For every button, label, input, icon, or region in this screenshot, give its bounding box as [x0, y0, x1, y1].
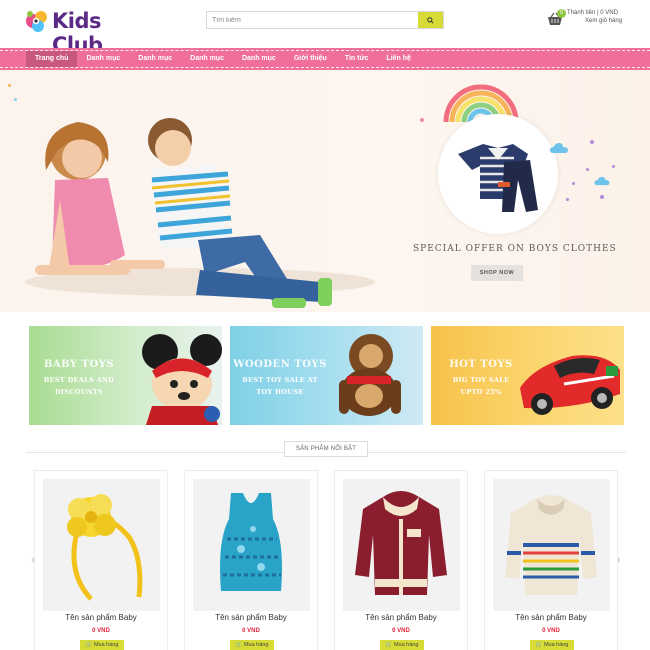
buy-button-label: Mua hàng [93, 642, 119, 648]
cart-total-amount: 0 VND [600, 10, 618, 16]
search-button[interactable] [418, 12, 443, 28]
promo-banner-hot-toys[interactable]: HOT TOYS BIG TOY SALE UPTO 25% [431, 326, 624, 425]
featured-section-title: SẢN PHẨM NỔI BẬT [284, 441, 368, 457]
buy-button-label: Mua hàng [393, 642, 419, 648]
search-box [206, 11, 444, 29]
promo-banner-baby-toys[interactable]: BABY TOYS BEST DEALS AND DISCOUNTS [29, 326, 222, 425]
buy-button[interactable]: 🛒 Mua hàng [80, 640, 124, 650]
product-price: 0 VND [92, 628, 110, 634]
cloud-icon [594, 176, 610, 186]
cart-total: Thành tiền | 0 VND [567, 10, 618, 16]
product-price: 0 VND [392, 628, 410, 634]
product-image[interactable] [43, 479, 160, 611]
product-image[interactable] [493, 479, 610, 611]
product-card[interactable]: Tên sản phẩm Baby 0 VND 🛒 Mua hàng [334, 470, 468, 650]
nav-item-category-3[interactable]: Danh mục [181, 51, 233, 67]
nav-item-category-2[interactable]: Danh mục [129, 51, 181, 67]
decor-dot [420, 118, 424, 122]
cloud-icon [550, 143, 568, 153]
race-car-icon [520, 355, 620, 415]
tank-top-icon [220, 493, 282, 591]
decor-dot [612, 165, 615, 168]
site-header: Kids Club 0 Thành tiền | 0 VND Xem giỏ h… [0, 0, 650, 57]
hero-kids-image [25, 118, 375, 308]
mouse-plush-icon [142, 334, 222, 425]
buy-button[interactable]: 🛒 Mua hàng [380, 640, 424, 650]
logo[interactable]: Kids Club [24, 6, 136, 57]
nav-item-home[interactable]: Trang chủ [26, 51, 78, 67]
search-icon [427, 16, 434, 24]
decor-dot [572, 182, 575, 185]
product-card[interactable]: Tên sản phẩm Baby 0 VND 🛒 Mua hàng [184, 470, 318, 650]
product-price: 0 VND [542, 628, 560, 634]
sweater-icon [505, 495, 597, 595]
decor-dot [8, 84, 11, 87]
hoodie-icon [355, 491, 447, 595]
product-name[interactable]: Tên sản phẩm Baby [35, 613, 167, 622]
buy-button[interactable]: 🛒 Mua hàng [230, 640, 274, 650]
decor-dot [14, 98, 17, 101]
nav-list: Trang chủ Danh mục Danh mục Danh mục Dan… [26, 51, 420, 67]
wooden-ape-toy-icon [339, 334, 401, 416]
decor-dot [590, 140, 594, 144]
product-name[interactable]: Tên sản phẩm Baby [185, 613, 317, 622]
headband-icon [67, 494, 143, 601]
hero-offer-text: SPECIAL OFFER ON BOYS CLOTHES [413, 244, 617, 254]
main-nav: Trang chủ Danh mục Danh mục Danh mục Dan… [0, 48, 650, 70]
shop-now-button[interactable]: SHOP NOW [471, 265, 523, 281]
view-cart-link[interactable]: Xem giỏ hàng [585, 18, 622, 24]
buy-button-label: Mua hàng [543, 642, 569, 648]
nav-item-news[interactable]: Tin tức [336, 51, 378, 67]
boys-outfit-icon [458, 144, 538, 212]
nav-item-about[interactable]: Giới thiệu [285, 51, 336, 67]
logo-icon [26, 11, 47, 32]
product-card[interactable]: Tên sản phẩm Baby 0 VND 🛒 Mua hàng [484, 470, 618, 650]
product-price: 0 VND [242, 628, 260, 634]
nav-item-contact[interactable]: Liên hệ [377, 51, 420, 67]
product-name[interactable]: Tên sản phẩm Baby [485, 613, 617, 622]
decor-dot [586, 168, 589, 171]
cart-widget[interactable]: 0 Thành tiền | 0 VND Xem giỏ hàng [547, 9, 637, 31]
product-name[interactable]: Tên sản phẩm Baby [335, 613, 467, 622]
nav-item-category-4[interactable]: Danh mục [233, 51, 285, 67]
buy-button-label: Mua hàng [243, 642, 269, 648]
decor-dot [600, 195, 604, 199]
product-image[interactable] [193, 479, 310, 611]
hero-product-image [438, 114, 558, 234]
product-image[interactable] [343, 479, 460, 611]
cart-total-label: Thành tiền [567, 10, 596, 16]
cart-count-badge: 0 [557, 9, 566, 18]
product-card[interactable]: Tên sản phẩm Baby 0 VND 🛒 Mua hàng [34, 470, 168, 650]
decor-dot [566, 198, 569, 201]
promo-banner-wooden-toys[interactable]: WOODEN TOYS BEST TOY SALE AT TOY HOUSE [230, 326, 423, 425]
buy-button[interactable]: 🛒 Mua hàng [530, 640, 574, 650]
hero-slider[interactable]: SPECIAL OFFER ON BOYS CLOTHES SHOP NOW [0, 70, 650, 312]
search-input[interactable] [207, 12, 419, 28]
nav-item-category-1[interactable]: Danh mục [77, 51, 129, 67]
